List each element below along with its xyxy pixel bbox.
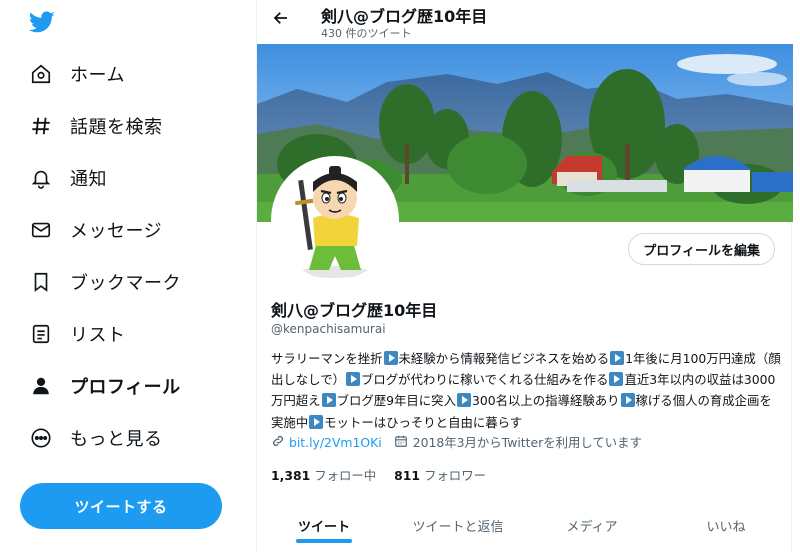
- nav-messages[interactable]: メッセージ: [26, 210, 162, 250]
- sidebar: ホーム 話題を検索 通知 メッセージ ブックマーク リスト プロフィール もっと…: [0, 0, 256, 552]
- followers-label: フォロワー: [424, 468, 486, 483]
- play-button-icon: [383, 351, 398, 365]
- nav-bookmarks-label: ブックマーク: [70, 273, 181, 294]
- calendar-icon: [394, 434, 408, 451]
- list-icon: [26, 319, 56, 349]
- nav-lists-label: リスト: [70, 325, 126, 346]
- play-button-icon: [609, 372, 624, 387]
- tab-tweets[interactable]: ツイート: [257, 503, 391, 547]
- envelope-icon: [26, 215, 56, 245]
- nav-home[interactable]: ホーム: [26, 54, 125, 94]
- nav-notifications[interactable]: 通知: [26, 158, 107, 198]
- bio-part: 未経験から情報発信ビジネスを始める: [398, 351, 610, 366]
- tab-tweets-and-replies[interactable]: ツイートと返信: [391, 503, 525, 547]
- profile-meta: bit.ly/2Vm1OKi 2018年3月からTwitterを利用しています: [271, 433, 642, 451]
- bio-part: サラリーマンを挫折: [271, 351, 383, 366]
- nav-messages-label: メッセージ: [70, 221, 163, 242]
- profile-avatar[interactable]: [271, 156, 399, 284]
- bio-part: 300名以上の指導経験あり: [471, 393, 620, 409]
- play-button-icon: [620, 393, 635, 408]
- bio-part: ブログ歴9年目に突入: [336, 393, 456, 409]
- profile-handle: @kenpachisamurai: [271, 322, 386, 336]
- profile-bio: サラリーマンを挫折 未経験から情報発信ビジネスを始める 1年後に月100万円達成（顔…: [271, 348, 781, 433]
- bell-icon: [26, 163, 56, 193]
- tab-media[interactable]: メディア: [525, 503, 659, 547]
- user-icon: [26, 371, 56, 401]
- profile-main: 剣八@ブログ歴10年目 430 件のツイート プロフィールを編集 剣八@ブログ歴…: [256, 0, 793, 552]
- bookmark-icon: [26, 267, 56, 297]
- nav-explore-label: 話題を検索: [70, 117, 163, 138]
- following-label: フォロー中: [314, 468, 377, 483]
- tweet-count: 430 件のツイート: [321, 27, 412, 40]
- nav-profile[interactable]: プロフィール: [26, 366, 181, 406]
- play-button-icon: [610, 351, 625, 365]
- nav-more[interactable]: もっと見る: [26, 418, 163, 458]
- twitter-bird-icon[interactable]: [28, 9, 56, 35]
- more-circle-icon: [26, 423, 56, 453]
- nav-lists[interactable]: リスト: [26, 314, 126, 354]
- nav-profile-label: プロフィール: [70, 377, 181, 398]
- joined-date: 2018年3月からTwitterを利用しています: [412, 435, 642, 450]
- play-button-icon: [456, 393, 471, 408]
- bio-part: モットーはひっそりと自由に暮らす: [324, 414, 523, 430]
- play-button-icon: [321, 393, 336, 408]
- profile-header: 剣八@ブログ歴10年目 430 件のツイート: [257, 0, 793, 44]
- tab-likes[interactable]: いいね: [659, 503, 793, 547]
- bio-part: ブログが代わりに稼いでくれる仕組みを作る: [360, 372, 609, 388]
- back-arrow-icon[interactable]: [269, 6, 293, 30]
- profile-name: 剣八@ブログ歴10年目: [271, 301, 438, 320]
- followers-count: 811: [394, 468, 421, 483]
- tweet-button[interactable]: ツイートする: [20, 483, 222, 529]
- profile-tabs: ツイート ツイートと返信 メディア いいね: [257, 503, 793, 547]
- follow-stats: 1,381 フォロー中 811 フォロワー: [271, 466, 486, 484]
- play-button-icon: [345, 372, 360, 387]
- nav-more-label: もっと見る: [70, 429, 163, 450]
- nav-bookmarks[interactable]: ブックマーク: [26, 262, 181, 302]
- nav-explore[interactable]: 話題を検索: [26, 106, 163, 146]
- link-icon: [271, 434, 285, 451]
- nav-home-label: ホーム: [70, 65, 125, 86]
- following-count: 1,381: [271, 468, 311, 483]
- followers-link[interactable]: 811 フォロワー: [394, 466, 486, 484]
- profile-link[interactable]: bit.ly/2Vm1OKi: [289, 435, 382, 450]
- following-link[interactable]: 1,381 フォロー中: [271, 466, 376, 484]
- home-icon: [26, 59, 56, 89]
- hashtag-icon: [26, 111, 56, 141]
- nav-notifications-label: 通知: [70, 169, 107, 190]
- edit-profile-button[interactable]: プロフィールを編集: [628, 233, 775, 265]
- play-button-icon: [309, 414, 324, 429]
- header-title: 剣八@ブログ歴10年目: [321, 7, 488, 26]
